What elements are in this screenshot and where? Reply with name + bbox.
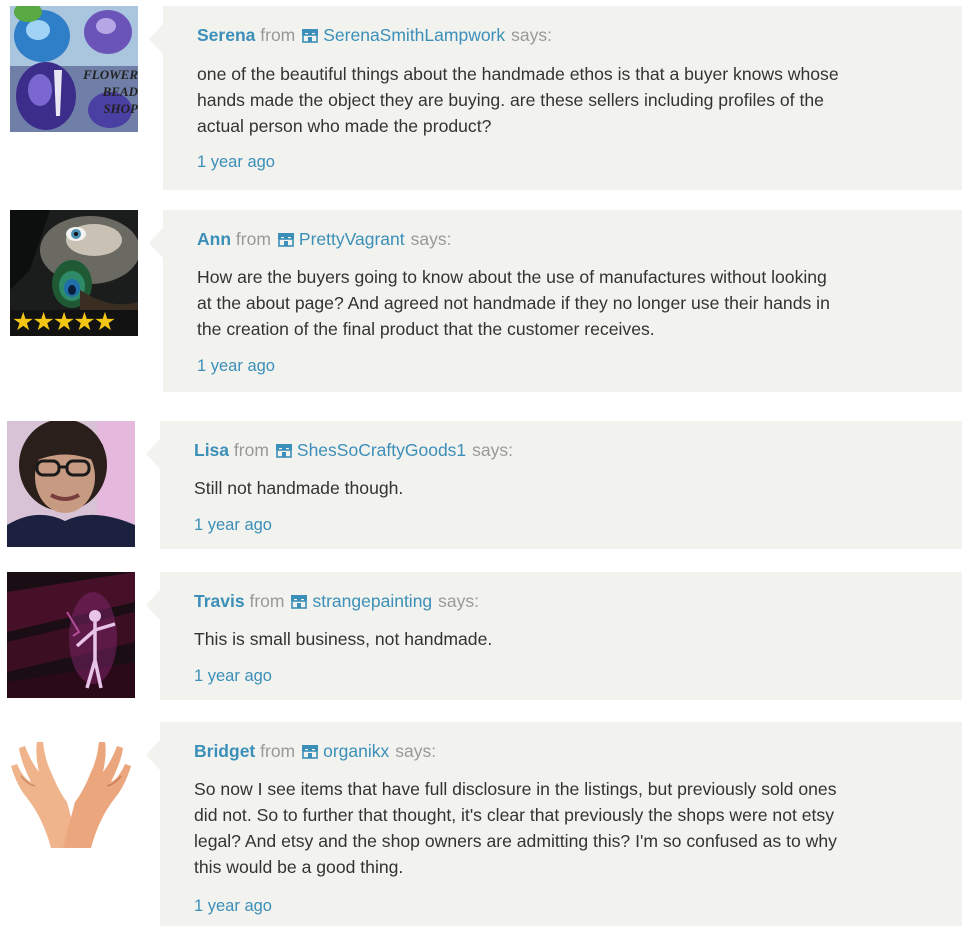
- shop-icon: [291, 595, 308, 609]
- comment-timestamp-link[interactable]: 1 year ago: [197, 356, 275, 376]
- shop-link[interactable]: ShesSoCraftyGoods1: [297, 440, 466, 460]
- says-label: says:: [410, 229, 452, 249]
- shop-icon: [275, 444, 292, 458]
- comment-body: How are the buyers going to know about t…: [197, 264, 830, 342]
- from-label: from: [233, 440, 269, 460]
- star-icon: ★: [12, 307, 34, 336]
- shop-icon: [302, 29, 319, 43]
- commenter-name[interactable]: Serena: [197, 25, 255, 45]
- comment-meta: Serena from SerenaSmithLampwork says:: [197, 24, 552, 46]
- comment-bubble: Travis from strangepainting says: This is …: [146, 572, 962, 700]
- avatar[interactable]: [7, 572, 135, 698]
- comment-meta: Lisa from ShesSoCraftyGoods1 says:: [194, 439, 513, 461]
- comment-line: at the about page? And agreed not handma…: [197, 293, 830, 313]
- shop-link[interactable]: strangepainting: [312, 591, 432, 611]
- avatar-image-hands: [7, 722, 135, 848]
- comment-line: this would be a good thing.: [194, 857, 404, 877]
- avatar-image-portrait: [7, 421, 135, 547]
- comment-meta: Travis from strangepainting says:: [194, 590, 479, 612]
- comment-bubble: Serena from SerenaSmithLampwork says: one …: [149, 6, 962, 190]
- comment-line: legal? And etsy and the shop owners are …: [194, 831, 837, 851]
- avatar[interactable]: [7, 421, 135, 547]
- comment-line: hands made the object they are buying. a…: [197, 90, 824, 110]
- comment-bubble: Ann from PrettyVagrant says: How are the b…: [149, 210, 962, 392]
- comment-meta: Ann from PrettyVagrant says:: [197, 228, 451, 250]
- comment-bubble: Bridget from organikx says: So now I see i…: [146, 722, 962, 926]
- rating-stars: ★★★★★: [12, 307, 116, 336]
- avatar[interactable]: [7, 722, 135, 848]
- comment-body: Still not handmade though.: [194, 475, 403, 501]
- star-icon: ★: [73, 307, 95, 336]
- comment-line: one of the beautiful things about the ha…: [197, 64, 839, 84]
- comment-line: Still not handmade though.: [194, 478, 404, 498]
- star-icon: ★: [32, 307, 54, 336]
- comment-line: This is small business, not handmade.: [194, 629, 493, 649]
- from-label: from: [249, 591, 285, 611]
- comment-line: actual person who made the product?: [197, 116, 492, 136]
- comment-body: This is small business, not handmade.: [194, 626, 492, 652]
- from-label: from: [260, 741, 296, 761]
- avatar[interactable]: ★★★★★: [10, 210, 138, 336]
- comment-body: one of the beautiful things about the ha…: [197, 61, 839, 139]
- avatar-image-painting: [7, 572, 135, 698]
- commenter-name[interactable]: Lisa: [194, 440, 229, 460]
- shop-link[interactable]: SerenaSmithLampwork: [323, 25, 505, 45]
- comment-line: How are the buyers going to know about t…: [197, 267, 827, 287]
- commenter-name[interactable]: Ann: [197, 229, 231, 249]
- star-icon: ★: [93, 307, 116, 336]
- avatar-shop-label: FLOWER BEAD SHOP: [83, 67, 138, 116]
- comment-line: did not. So to further that thought, it'…: [194, 805, 835, 825]
- says-label: says:: [472, 440, 514, 460]
- comment-timestamp-link[interactable]: 1 year ago: [194, 515, 272, 535]
- comment-meta: Bridget from organikx says:: [194, 740, 436, 762]
- shop-icon: [302, 745, 319, 759]
- comment-timestamp-link[interactable]: 1 year ago: [194, 896, 272, 916]
- avatar[interactable]: FLOWER BEAD SHOP: [10, 6, 138, 132]
- from-label: from: [235, 229, 271, 249]
- comment-timestamp-link[interactable]: 1 year ago: [197, 152, 275, 172]
- shop-link[interactable]: organikx: [323, 741, 389, 761]
- comment-timestamp-link[interactable]: 1 year ago: [194, 666, 272, 686]
- comment-line: the creation of the final product that t…: [197, 319, 655, 339]
- says-label: says:: [438, 591, 480, 611]
- comment-line: So now I see items that have full disclo…: [194, 779, 837, 799]
- commenter-name[interactable]: Bridget: [194, 741, 255, 761]
- comment-bubble: Lisa from ShesSoCraftyGoods1 says: Still n…: [146, 421, 962, 549]
- commenter-name[interactable]: Travis: [194, 591, 245, 611]
- says-label: says:: [395, 741, 437, 761]
- from-label: from: [260, 25, 296, 45]
- says-label: says:: [511, 25, 552, 45]
- star-icon: ★: [52, 307, 75, 336]
- shop-link[interactable]: PrettyVagrant: [299, 229, 405, 249]
- shop-icon: [277, 233, 294, 247]
- comment-body: So now I see items that have full disclo…: [194, 776, 837, 880]
